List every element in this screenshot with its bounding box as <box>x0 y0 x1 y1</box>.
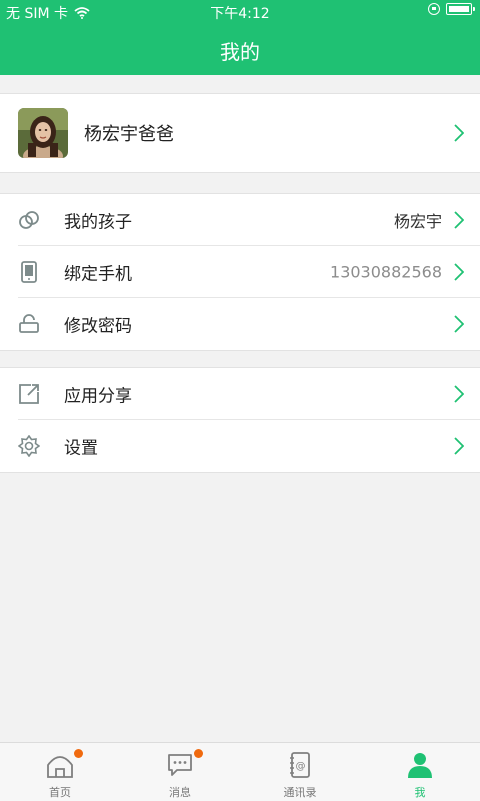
share-app-row[interactable]: 应用分享 <box>0 368 480 420</box>
my-child-row[interactable]: 我的孩子 杨宏宇 <box>0 194 480 246</box>
clock: 下午4:12 <box>210 6 270 22</box>
bind-phone-value: 13030882568 <box>330 262 442 282</box>
page-title: 我的 <box>220 40 260 64</box>
contacts-icon: @ <box>290 752 310 778</box>
battery-icon <box>446 3 475 15</box>
tab-messages[interactable]: 消息 <box>120 743 240 801</box>
chevron-right-icon <box>454 263 464 281</box>
gear-icon <box>18 435 40 457</box>
my-child-value: 杨宏宇 <box>393 212 442 231</box>
tab-home-label: 首页 <box>49 786 71 799</box>
tab-bar: 首页 消息 @ 通讯录 我 <box>0 742 480 801</box>
rings-icon <box>19 211 39 229</box>
tab-contacts-label: 通讯录 <box>283 786 317 799</box>
tab-messages-label: 消息 <box>169 786 191 799</box>
tab-home[interactable]: 首页 <box>0 743 120 801</box>
change-password-label: 修改密码 <box>64 316 132 337</box>
settings-row[interactable]: 设置 <box>0 420 480 472</box>
message-badge <box>194 749 203 758</box>
bind-phone-label: 绑定手机 <box>64 264 132 285</box>
profile-group: 杨宏宇爸爸 <box>0 93 480 173</box>
profile-name: 杨宏宇爸爸 <box>84 124 174 145</box>
avatar <box>18 108 68 158</box>
bind-phone-row[interactable]: 绑定手机 13030882568 <box>0 246 480 298</box>
share-icon <box>19 384 39 404</box>
other-group: 应用分享 设置 <box>0 367 480 473</box>
settings-label: 设置 <box>64 438 98 459</box>
change-password-row[interactable]: 修改密码 <box>0 298 480 350</box>
top-bar: 无 SIM 卡 下午4:12 我的 <box>0 0 480 75</box>
home-badge <box>74 749 83 758</box>
phone-icon <box>21 261 37 283</box>
lock-icon <box>19 314 39 333</box>
tab-me[interactable]: 我 <box>360 743 480 801</box>
my-child-label: 我的孩子 <box>64 212 132 233</box>
status-bar: 无 SIM 卡 下午4:12 <box>0 0 480 24</box>
chevron-right-icon <box>454 124 464 142</box>
chevron-right-icon <box>454 211 464 229</box>
message-icon <box>168 754 192 776</box>
tab-contacts[interactable]: @ 通讯录 <box>240 743 360 801</box>
rotation-lock-icon <box>428 3 440 15</box>
account-group: 我的孩子 杨宏宇 绑定手机 13030882568 修改密码 <box>0 193 480 351</box>
tab-me-label: 我 <box>414 786 426 799</box>
svg-text:@: @ <box>296 761 306 772</box>
chevron-right-icon <box>454 437 464 455</box>
chevron-right-icon <box>454 385 464 403</box>
home-icon <box>47 756 73 778</box>
chevron-right-icon <box>454 315 464 333</box>
person-icon <box>408 753 432 778</box>
profile-row[interactable]: 杨宏宇爸爸 <box>0 94 480 172</box>
share-app-label: 应用分享 <box>64 386 132 407</box>
